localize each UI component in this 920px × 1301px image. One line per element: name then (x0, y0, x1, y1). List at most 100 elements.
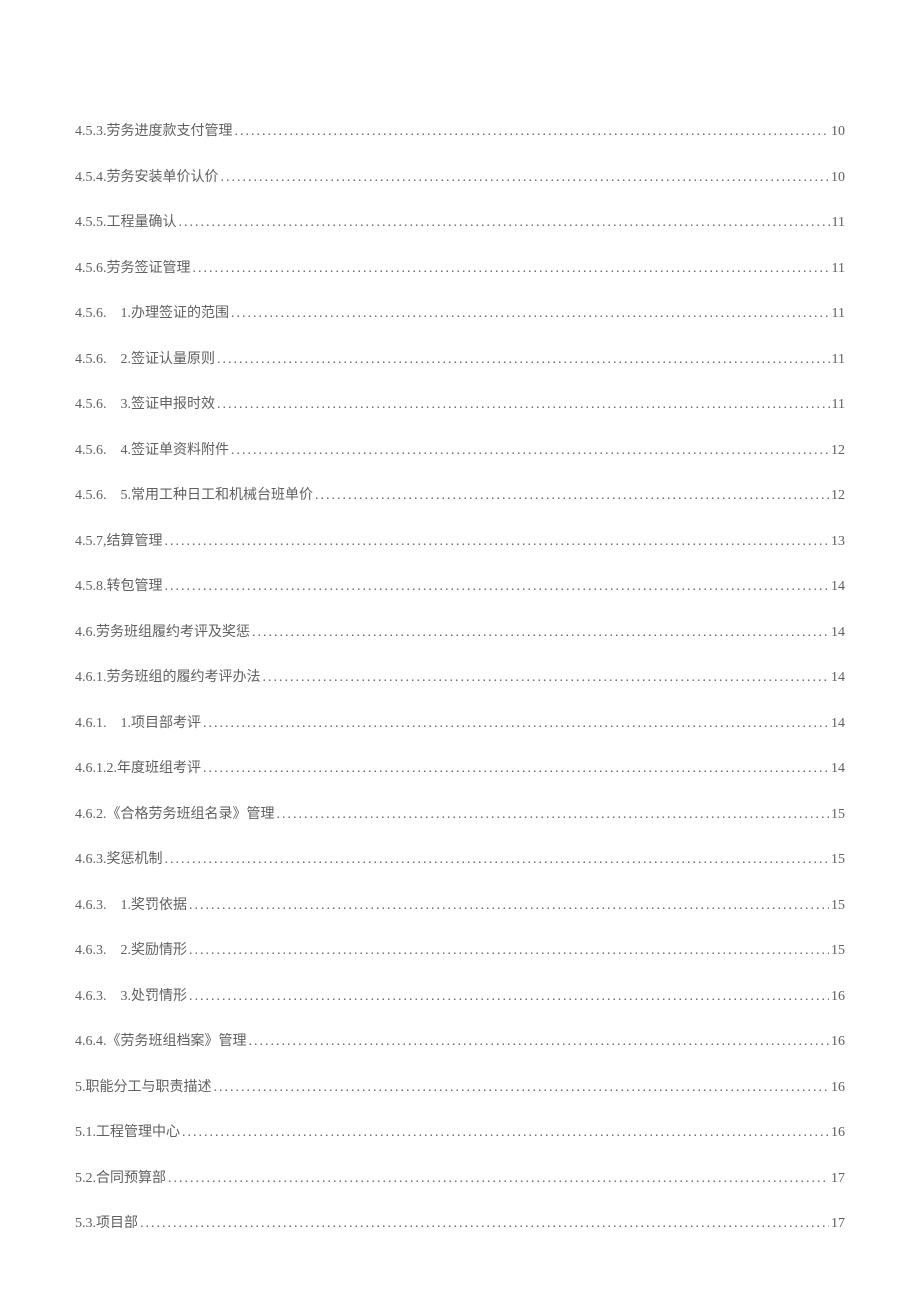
toc-leader-dots (189, 989, 829, 1005)
toc-leader-dots (231, 443, 829, 459)
toc-page-number: 13 (831, 534, 845, 550)
toc-item: 4.6.劳务班组履约考评及奖惩 14 (75, 621, 845, 641)
toc-page-number: 15 (831, 943, 845, 959)
toc-page-number: 16 (831, 1125, 845, 1141)
toc-entry-label: 4.5.6.劳务签证管理 (75, 257, 191, 277)
toc-page-number: 15 (831, 807, 845, 823)
toc-entry-label: 4.6.1. 1.项目部考评 (75, 712, 201, 732)
toc-leader-dots (165, 852, 830, 868)
toc-entry-label: 4.5.7,结算管理 (75, 530, 163, 550)
toc-page-number: 11 (832, 306, 845, 322)
toc-entry-label: 4.5.6. 5.常用工种日工和机械台班单价 (75, 484, 313, 504)
toc-item: 4.6.1. 1.项目部考评 14 (75, 712, 845, 732)
toc-page-number: 14 (831, 579, 845, 595)
toc-entry-label: 4.6.1.劳务班组的履约考评办法 (75, 666, 261, 686)
toc-page-number: 15 (831, 852, 845, 868)
toc-item: 5.3.项目部 17 (75, 1212, 845, 1232)
toc-leader-dots (182, 1125, 829, 1141)
toc-page-number: 15 (831, 898, 845, 914)
toc-leader-dots (252, 625, 829, 641)
toc-leader-dots (179, 215, 830, 231)
toc-entry-label: 4.6.3.奖惩机制 (75, 848, 163, 868)
toc-leader-dots (214, 1080, 830, 1096)
toc-page-number: 14 (831, 625, 845, 641)
toc-item: 4.5.7,结算管理 13 (75, 530, 845, 550)
toc-item: 4.5.6. 5.常用工种日工和机械台班单价 12 (75, 484, 845, 504)
toc-item: 4.5.6. 4.签证单资料附件 12 (75, 439, 845, 459)
toc-entry-label: 4.5.8.转包管理 (75, 575, 163, 595)
toc-page-number: 14 (831, 761, 845, 777)
toc-leader-dots (217, 352, 830, 368)
toc-page-number: 11 (832, 215, 845, 231)
toc-leader-dots (203, 761, 829, 777)
toc-entry-label: 5.职能分工与职责描述 (75, 1076, 212, 1096)
toc-page-number: 17 (831, 1216, 845, 1232)
toc-leader-dots (165, 579, 830, 595)
toc-entry-label: 4.5.6. 4.签证单资料附件 (75, 439, 229, 459)
toc-leader-dots (315, 488, 829, 504)
toc-entry-label: 4.5.5.工程量确认 (75, 211, 177, 231)
toc-entry-label: 5.1.工程管理中心 (75, 1121, 180, 1141)
toc-leader-dots (165, 534, 830, 550)
toc-item: 4.6.1.劳务班组的履约考评办法 14 (75, 666, 845, 686)
toc-item: 5.2.合同预算部 17 (75, 1167, 845, 1187)
toc-item: 4.6.2.《合格劳务班组名录》管理 15 (75, 803, 845, 823)
toc-leader-dots (263, 670, 830, 686)
toc-leader-dots (203, 716, 829, 732)
toc-page-number: 10 (831, 170, 845, 186)
toc-item: 4.5.3.劳务进度款支付管理 10 (75, 120, 845, 140)
toc-leader-dots (235, 124, 830, 140)
toc-entry-label: 4.5.6. 3.签证申报时效 (75, 393, 215, 413)
toc-item: 4.6.3. 2.奖励情形 15 (75, 939, 845, 959)
toc-leader-dots (140, 1216, 829, 1232)
toc-entry-label: 4.6.2.《合格劳务班组名录》管理 (75, 803, 275, 823)
toc-entry-label: 4.6.3. 3.处罚情形 (75, 985, 187, 1005)
toc-entry-label: 4.5.3.劳务进度款支付管理 (75, 120, 233, 140)
toc-item: 4.5.6.劳务签证管理 11 (75, 257, 845, 277)
toc-page-number: 16 (831, 989, 845, 1005)
toc-leader-dots (221, 170, 830, 186)
toc-item: 4.5.6. 2.签证认量原则 11 (75, 348, 845, 368)
toc-page-number: 14 (831, 670, 845, 686)
toc-leader-dots (168, 1171, 829, 1187)
toc-item: 4.6.4.《劳务班组档案》管理 16 (75, 1030, 845, 1050)
toc-item: 4.6.1.2.年度班组考评 14 (75, 757, 845, 777)
toc-entry-label: 4.6.3. 1.奖罚依据 (75, 894, 187, 914)
toc-item: 5.职能分工与职责描述 16 (75, 1076, 845, 1096)
toc-page-number: 17 (831, 1171, 845, 1187)
toc-leader-dots (189, 898, 829, 914)
table-of-contents: 4.5.3.劳务进度款支付管理 10 4.5.4.劳务安装单价认价 10 4.5.5.工… (75, 120, 845, 1232)
toc-leader-dots (189, 943, 829, 959)
toc-page-number: 16 (831, 1080, 845, 1096)
toc-entry-label: 5.2.合同预算部 (75, 1167, 166, 1187)
toc-item: 4.5.6. 1.办理签证的范围 11 (75, 302, 845, 322)
toc-entry-label: 4.5.6. 2.签证认量原则 (75, 348, 215, 368)
toc-page-number: 12 (831, 488, 845, 504)
toc-page-number: 12 (831, 443, 845, 459)
toc-item: 4.5.5.工程量确认 11 (75, 211, 845, 231)
toc-leader-dots (249, 1034, 830, 1050)
toc-entry-label: 4.5.4.劳务安装单价认价 (75, 166, 219, 186)
toc-leader-dots (193, 261, 830, 277)
toc-page-number: 14 (831, 716, 845, 732)
toc-page-number: 16 (831, 1034, 845, 1050)
toc-page-number: 11 (832, 352, 845, 368)
toc-entry-label: 4.6.4.《劳务班组档案》管理 (75, 1030, 247, 1050)
toc-item: 4.6.3. 1.奖罚依据 15 (75, 894, 845, 914)
toc-item: 4.5.4.劳务安装单价认价 10 (75, 166, 845, 186)
toc-page-number: 10 (831, 124, 845, 140)
toc-entry-label: 4.6.1.2.年度班组考评 (75, 757, 201, 777)
toc-page-number: 11 (832, 397, 845, 413)
toc-leader-dots (217, 397, 830, 413)
toc-entry-label: 4.6.3. 2.奖励情形 (75, 939, 187, 959)
toc-leader-dots (277, 807, 830, 823)
toc-item: 4.6.3.奖惩机制 15 (75, 848, 845, 868)
toc-item: 5.1.工程管理中心 16 (75, 1121, 845, 1141)
toc-entry-label: 4.5.6. 1.办理签证的范围 (75, 302, 229, 322)
toc-item: 4.6.3. 3.处罚情形 16 (75, 985, 845, 1005)
toc-entry-label: 5.3.项目部 (75, 1212, 138, 1232)
toc-item: 4.5.6. 3.签证申报时效 11 (75, 393, 845, 413)
toc-entry-label: 4.6.劳务班组履约考评及奖惩 (75, 621, 250, 641)
toc-page-number: 11 (832, 261, 845, 277)
toc-item: 4.5.8.转包管理 14 (75, 575, 845, 595)
